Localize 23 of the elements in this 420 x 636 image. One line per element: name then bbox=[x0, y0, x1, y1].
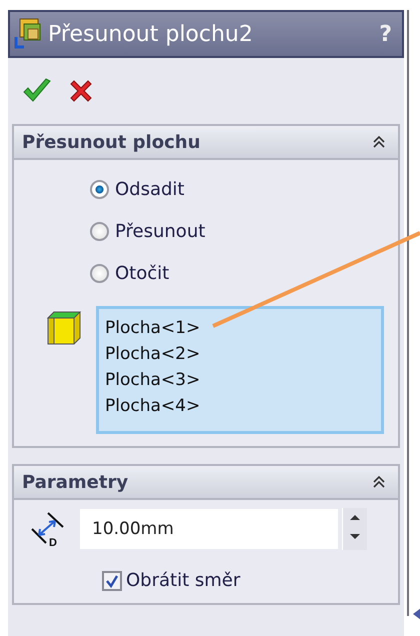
face-item[interactable]: Plocha<2> bbox=[105, 341, 375, 367]
section-title: Přesunout plochu bbox=[22, 132, 200, 152]
cancel-icon[interactable] bbox=[68, 78, 94, 104]
cube-icon bbox=[46, 310, 82, 346]
face-list[interactable]: Plocha<1> Plocha<2> Plocha<3> Plocha<4> bbox=[96, 306, 384, 434]
section-title: Parametry bbox=[22, 472, 128, 492]
section-header[interactable]: Přesunout plochu bbox=[14, 126, 398, 160]
radio-option[interactable]: Odsadit bbox=[90, 168, 398, 210]
section-header[interactable]: Parametry bbox=[14, 466, 398, 500]
collapse-chevron-icon[interactable] bbox=[372, 475, 386, 489]
face-item[interactable]: Plocha<4> bbox=[105, 393, 375, 419]
distance-field[interactable]: 10.00mm bbox=[80, 509, 338, 549]
collapse-arrow-icon[interactable] bbox=[413, 608, 420, 620]
face-item[interactable]: Plocha<3> bbox=[105, 367, 375, 393]
radio-option[interactable]: Přesunout bbox=[90, 210, 398, 252]
spin-buttons[interactable] bbox=[342, 508, 367, 550]
collapse-chevron-icon[interactable] bbox=[372, 135, 386, 149]
check-mark-icon bbox=[105, 574, 119, 588]
window-title: Přesunout plochu2 bbox=[48, 22, 254, 46]
ok-icon[interactable] bbox=[22, 78, 52, 104]
reverse-checkbox[interactable]: Obrátit směr bbox=[102, 570, 398, 591]
face-item[interactable]: Plocha<1> bbox=[105, 315, 375, 341]
radio-option[interactable]: Otočit bbox=[90, 252, 398, 294]
